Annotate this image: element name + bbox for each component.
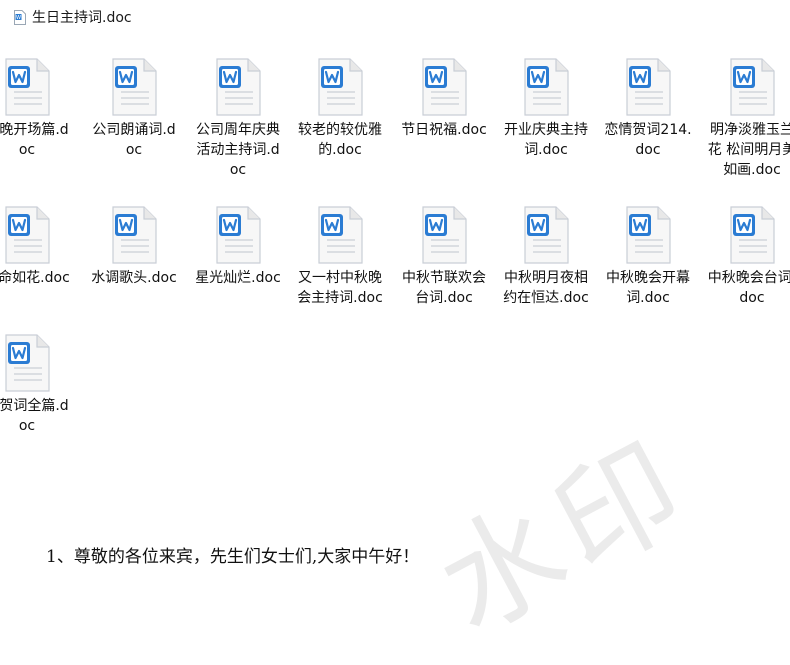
file-item[interactable]: 又一村中秋晚会主持词.doc xyxy=(288,206,392,308)
file-item[interactable]: 恋情贺词214.doc xyxy=(596,58,700,160)
file-name: 公司朗诵词.doc xyxy=(92,122,176,158)
file-name: 较老的较优雅的.doc xyxy=(298,122,382,158)
file-item[interactable]: 公司周年庆典活动主持词.doc xyxy=(186,58,290,180)
file-item[interactable]: 公司朗诵词.doc xyxy=(82,58,186,160)
file-name: 祝贺词全篇.doc xyxy=(0,398,69,434)
file-name: 节日祝福.doc xyxy=(401,122,487,138)
file-item[interactable]: 中秋晚会开幕词.doc xyxy=(596,206,700,308)
file-name: 春晚开场篇.doc xyxy=(0,122,69,158)
file-name: 明净淡雅玉兰花 松间明月美如画.doc xyxy=(707,122,790,178)
word-doc-icon xyxy=(5,334,50,392)
word-doc-icon xyxy=(112,206,157,264)
word-doc-icon xyxy=(422,206,467,264)
file-name: 公司周年庆典活动主持词.doc xyxy=(196,122,280,178)
word-doc-icon xyxy=(730,206,775,264)
svg-text:W: W xyxy=(16,15,21,21)
file-item[interactable]: 较老的较优雅的.doc xyxy=(288,58,392,160)
word-doc-icon xyxy=(5,58,50,116)
file-item[interactable]: 星光灿烂.doc xyxy=(186,206,290,288)
word-doc-icon xyxy=(626,206,671,264)
word-doc-icon: W xyxy=(14,9,26,25)
file-item[interactable]: 开业庆典主持词.doc xyxy=(494,58,598,160)
file-name: 恋情贺词214.doc xyxy=(604,122,692,158)
word-doc-icon xyxy=(216,206,261,264)
file-item[interactable]: 祝贺词全篇.doc xyxy=(0,334,79,436)
file-item[interactable]: 明净淡雅玉兰花 松间明月美如画.doc xyxy=(700,58,790,180)
file-name: 开业庆典主持词.doc xyxy=(504,122,588,158)
word-doc-icon xyxy=(524,58,569,116)
title-bar: W 生日主持词.doc xyxy=(14,8,132,26)
file-item[interactable]: 中秋明月夜相约在恒达.doc xyxy=(494,206,598,308)
word-doc-icon xyxy=(626,58,671,116)
file-item[interactable]: 中秋晚会台词.doc xyxy=(700,206,790,308)
word-doc-icon xyxy=(730,58,775,116)
document-title: 生日主持词.doc xyxy=(32,10,132,26)
file-name: 中秋晚会台词.doc xyxy=(707,270,790,306)
file-name: 中秋晚会开幕词.doc xyxy=(606,270,690,306)
word-doc-icon xyxy=(422,58,467,116)
word-doc-icon xyxy=(216,58,261,116)
file-name: 生命如花.doc xyxy=(0,270,70,286)
file-name: 水调歌头.doc xyxy=(91,270,177,286)
file-item[interactable]: 节日祝福.doc xyxy=(392,58,496,140)
word-doc-icon xyxy=(524,206,569,264)
word-doc-icon xyxy=(112,58,157,116)
file-item[interactable]: 水调歌头.doc xyxy=(82,206,186,288)
word-doc-icon xyxy=(318,58,363,116)
file-item[interactable]: 生命如花.doc xyxy=(0,206,79,288)
word-doc-icon xyxy=(318,206,363,264)
file-item[interactable]: 中秋节联欢会台词.doc xyxy=(392,206,496,308)
file-name: 又一村中秋晚会主持词.doc xyxy=(297,270,383,306)
file-name: 中秋节联欢会台词.doc xyxy=(402,270,486,306)
file-item[interactable]: 春晚开场篇.doc xyxy=(0,58,79,160)
document-heading: 1、尊敬的各位来宾，先生们女士们,大家中午好！ xyxy=(46,547,420,567)
file-name: 星光灿烂.doc xyxy=(195,270,281,286)
file-name: 中秋明月夜相约在恒达.doc xyxy=(503,270,589,306)
watermark: 水印 xyxy=(417,414,713,660)
word-doc-icon xyxy=(5,206,50,264)
